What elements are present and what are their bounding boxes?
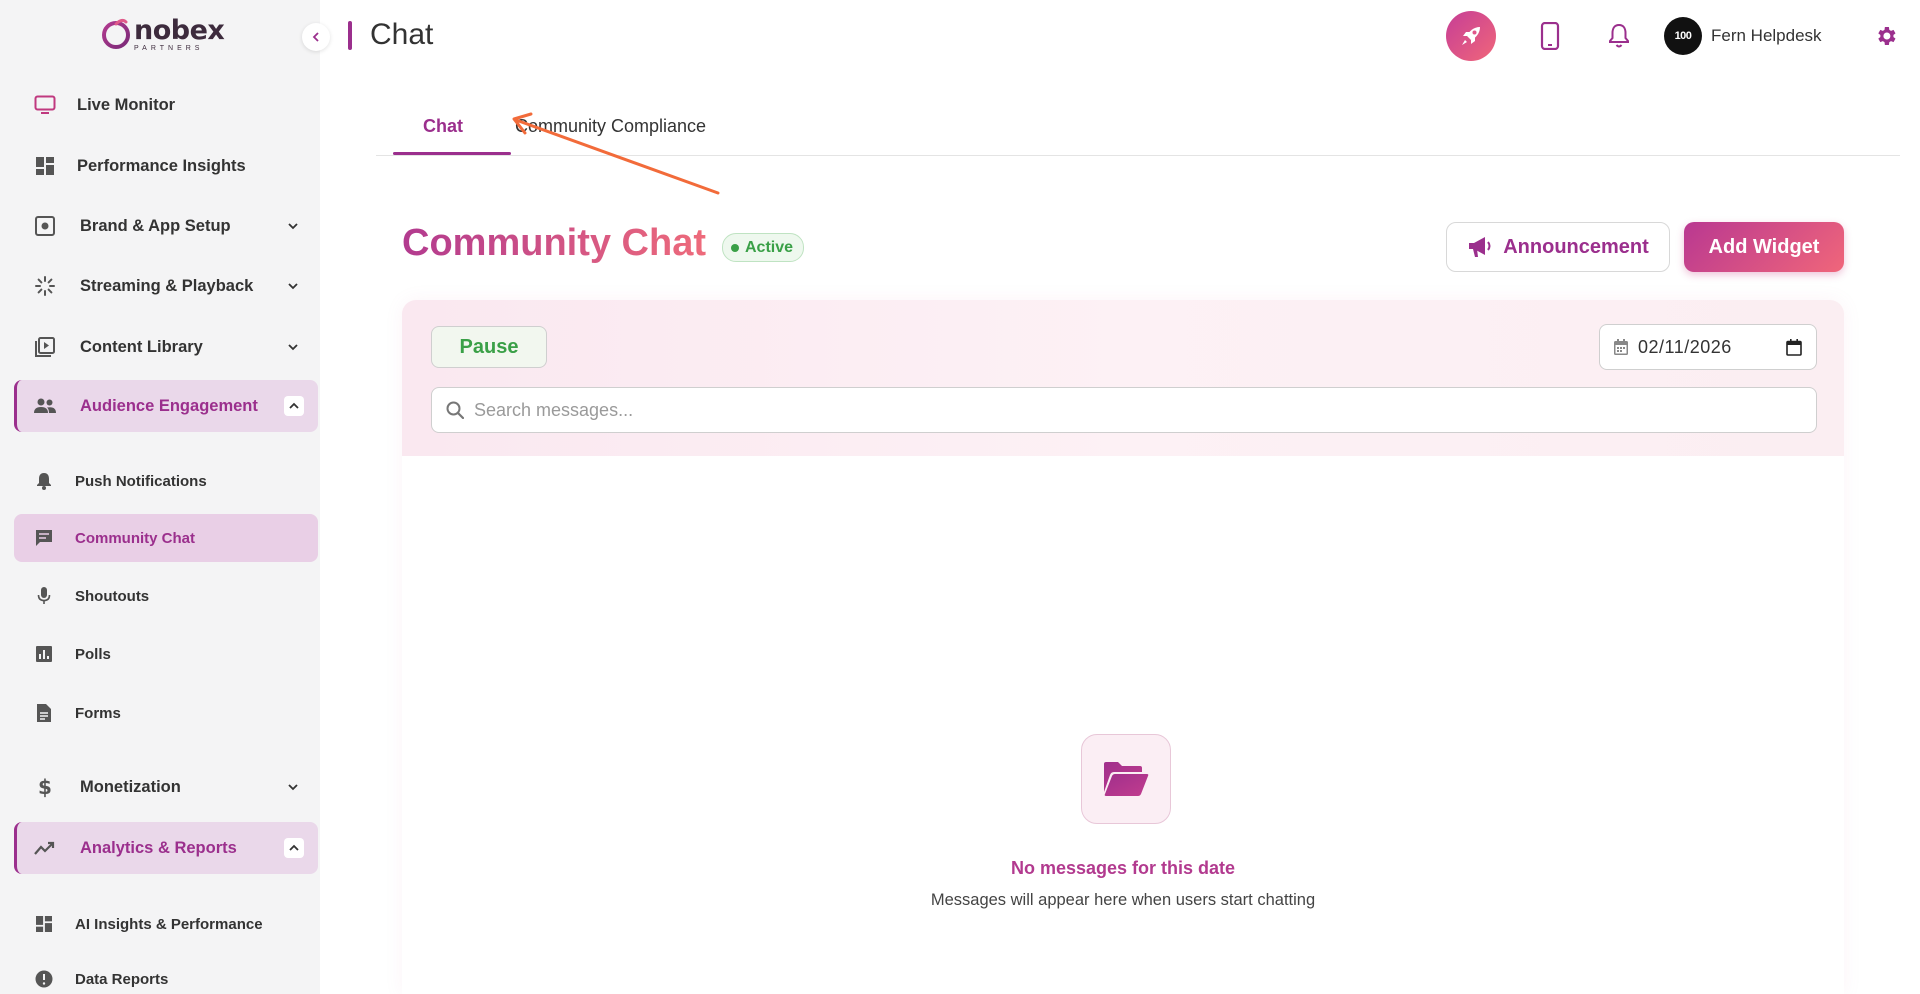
sidebar-item-label: Community Chat bbox=[75, 529, 195, 547]
chat-toolbar: Pause 02/11/2026 bbox=[402, 300, 1844, 456]
sidebar-item-data-reports[interactable]: Data Reports bbox=[14, 955, 318, 994]
calendar-small-icon bbox=[1614, 339, 1628, 355]
bar-chart-icon bbox=[34, 644, 54, 664]
microphone-icon bbox=[34, 586, 54, 606]
chevron-left-icon bbox=[312, 32, 319, 42]
megaphone-icon bbox=[1469, 237, 1491, 257]
gear-icon bbox=[1878, 27, 1896, 45]
sidebar-item-label: Brand & App Setup bbox=[80, 216, 231, 235]
bell-icon bbox=[1609, 23, 1629, 48]
status-badge: Active bbox=[722, 233, 805, 262]
folder-open-icon bbox=[1104, 762, 1149, 796]
video-library-icon bbox=[34, 336, 56, 358]
sidebar-item-label: Data Reports bbox=[75, 970, 169, 988]
add-widget-button[interactable]: Add Widget bbox=[1684, 222, 1844, 272]
mobile-preview-button[interactable] bbox=[1532, 18, 1568, 54]
settings-button[interactable] bbox=[1870, 20, 1902, 52]
notifications-button[interactable] bbox=[1601, 18, 1637, 54]
search-messages[interactable] bbox=[431, 387, 1817, 433]
sidebar-item-label: Analytics & Reports bbox=[80, 838, 237, 857]
dashboard-icon bbox=[34, 914, 54, 934]
sidebar-item-label: Polls bbox=[75, 645, 111, 663]
spinner-icon bbox=[34, 275, 56, 297]
sidebar-item-shoutouts[interactable]: Shoutouts bbox=[14, 572, 318, 620]
sidebar-item-polls[interactable]: Polls bbox=[14, 630, 318, 678]
pause-label: Pause bbox=[459, 335, 519, 358]
empty-state-icon bbox=[1081, 734, 1171, 824]
trend-icon bbox=[34, 837, 56, 859]
empty-state-title: No messages for this date bbox=[1010, 858, 1236, 878]
sidebar-item-monetization[interactable]: $ Monetization bbox=[14, 761, 318, 813]
sidebar-item-community-chat[interactable]: Community Chat bbox=[14, 514, 318, 562]
sidebar-item-ai-insights[interactable]: AI Insights & Performance bbox=[14, 900, 318, 948]
sidebar-item-label: Live Monitor bbox=[77, 95, 176, 114]
chevron-up-button[interactable] bbox=[284, 396, 304, 416]
chevron-up-icon bbox=[289, 844, 299, 851]
header-accent-bar bbox=[348, 21, 352, 50]
announcement-button[interactable]: Announcement bbox=[1446, 222, 1670, 272]
rocket-button[interactable] bbox=[1446, 11, 1496, 61]
announcement-label: Announcement bbox=[1503, 235, 1649, 258]
chevron-down-icon bbox=[288, 283, 298, 290]
chevron-up-icon bbox=[289, 402, 299, 409]
sidebar-item-brand-app-setup[interactable]: Brand & App Setup bbox=[14, 200, 318, 252]
document-icon bbox=[34, 703, 54, 723]
sidebar-item-content-library[interactable]: Content Library bbox=[14, 321, 318, 373]
date-value: 02/11/2026 bbox=[1638, 336, 1732, 357]
info-icon bbox=[34, 969, 54, 989]
sidebar-item-forms[interactable]: Forms bbox=[14, 689, 318, 737]
sidebar-item-performance-insights[interactable]: Performance Insights bbox=[14, 140, 318, 192]
phone-icon bbox=[1540, 22, 1560, 50]
add-widget-label: Add Widget bbox=[1708, 235, 1820, 258]
status-label: Active bbox=[745, 238, 794, 256]
bell-icon bbox=[34, 471, 54, 491]
chat-card: Pause 02/11/2026 No messages for this da… bbox=[402, 300, 1844, 994]
people-icon bbox=[34, 395, 56, 417]
avatar[interactable]: 100 bbox=[1664, 17, 1702, 55]
sidebar-item-label: AI Insights & Performance bbox=[75, 915, 263, 933]
logo-mark-icon bbox=[102, 16, 130, 49]
calendar-icon[interactable] bbox=[1786, 339, 1802, 356]
sidebar-item-analytics-reports[interactable]: Analytics & Reports bbox=[14, 822, 318, 874]
sidebar: nobex PARTNERS Live Monitor Performance … bbox=[0, 0, 330, 994]
search-icon bbox=[446, 401, 464, 419]
tabs-divider bbox=[376, 155, 1900, 156]
tab-community-compliance[interactable]: Community Compliance bbox=[515, 116, 706, 137]
date-picker[interactable]: 02/11/2026 bbox=[1599, 324, 1817, 370]
sidebar-item-streaming-playback[interactable]: Streaming & Playback bbox=[14, 260, 318, 312]
status-dot bbox=[731, 243, 739, 252]
chevron-down-icon bbox=[288, 223, 298, 230]
settings-box-icon bbox=[34, 215, 56, 237]
dashboard-icon bbox=[34, 155, 56, 177]
chat-icon bbox=[34, 528, 54, 548]
brand-name: nobex bbox=[134, 14, 225, 46]
sidebar-item-push-notifications[interactable]: Push Notifications bbox=[14, 457, 318, 505]
sidebar-item-label: Push Notifications bbox=[75, 472, 207, 490]
sidebar-item-label: Streaming & Playback bbox=[80, 276, 254, 295]
tab-chat[interactable]: Chat bbox=[423, 116, 463, 137]
sidebar-item-label: Forms bbox=[75, 704, 121, 722]
chevron-down-icon bbox=[288, 344, 298, 351]
user-name[interactable]: Fern Helpdesk bbox=[1711, 26, 1822, 46]
sidebar-item-audience-engagement[interactable]: Audience Engagement bbox=[14, 380, 318, 432]
sidebar-item-label: Monetization bbox=[80, 777, 181, 796]
brand-sub: PARTNERS bbox=[134, 44, 204, 52]
page-title: Community Chat bbox=[402, 222, 706, 264]
brand-logo[interactable]: nobex PARTNERS bbox=[100, 14, 225, 54]
sidebar-item-label: Audience Engagement bbox=[80, 396, 258, 415]
chevron-down-icon bbox=[288, 784, 298, 791]
search-input[interactable] bbox=[474, 399, 1774, 421]
rocket-icon bbox=[1462, 27, 1480, 45]
pause-button[interactable]: Pause bbox=[431, 326, 547, 368]
chevron-up-button[interactable] bbox=[284, 838, 304, 858]
sidebar-item-live-monitor[interactable]: Live Monitor bbox=[14, 79, 318, 131]
page-header-title: Chat bbox=[370, 18, 434, 51]
empty-state-subtitle: Messages will appear here when users sta… bbox=[930, 891, 1316, 909]
sidebar-item-label: Performance Insights bbox=[77, 156, 246, 175]
sidebar-item-label: Shoutouts bbox=[75, 587, 150, 605]
dollar-icon: $ bbox=[38, 775, 52, 799]
sidebar-item-label: Content Library bbox=[80, 337, 203, 356]
monitor-icon bbox=[34, 94, 56, 116]
sidebar-collapse-button[interactable] bbox=[302, 23, 330, 51]
